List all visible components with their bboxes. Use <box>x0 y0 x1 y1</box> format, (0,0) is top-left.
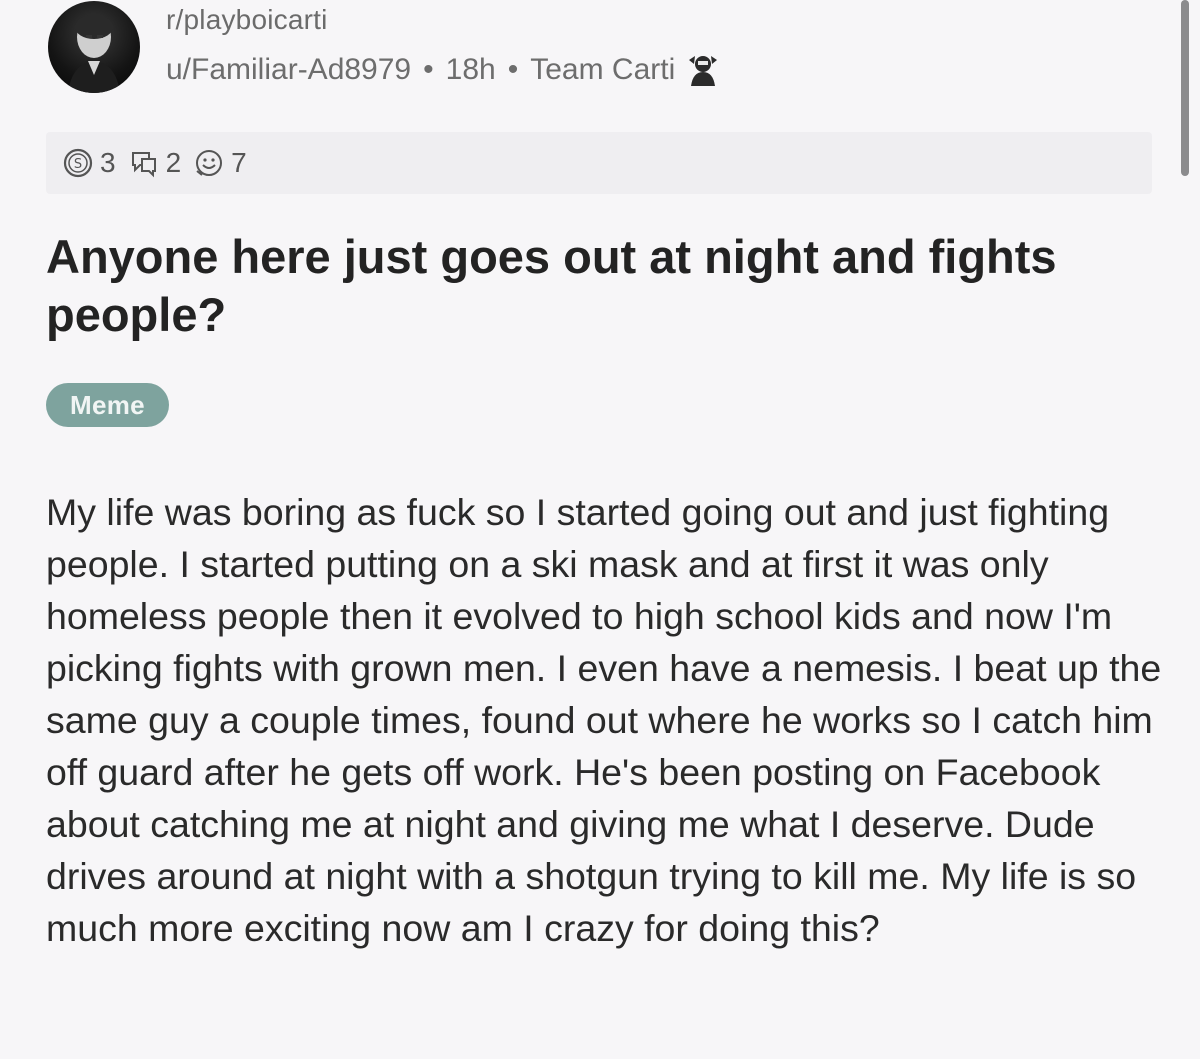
awards-bar[interactable]: S 3 2 7 <box>46 132 1152 194</box>
wholesome-award-icon <box>196 150 223 176</box>
award-wholesome[interactable]: 7 <box>193 147 251 179</box>
post-meta: u/Familiar-Ad8979 • 18h • Team Carti <box>166 52 721 88</box>
subreddit-avatar[interactable] <box>48 1 140 93</box>
award-count: 7 <box>231 147 247 178</box>
svg-text:S: S <box>74 157 82 172</box>
subreddit-name[interactable]: r/playboicarti <box>166 4 328 36</box>
helpful-award-icon <box>131 152 156 178</box>
award-count: 2 <box>165 147 182 178</box>
scrollbar[interactable] <box>1181 0 1189 176</box>
post-flair-tag[interactable]: Meme <box>46 383 169 427</box>
award-silver[interactable]: S 3 <box>62 147 120 179</box>
meta-separator: • <box>507 53 519 86</box>
post-age: 18h <box>445 53 496 86</box>
reddit-post: r/playboicarti u/Familiar-Ad8979 • 18h •… <box>0 0 1200 1059</box>
post-title[interactable]: Anyone here just goes out at night and f… <box>46 228 1146 344</box>
silver-award-icon: S <box>63 148 93 178</box>
flair-emoji-icon <box>685 52 721 88</box>
post-body: My life was boring as fuck so I started … <box>46 491 1162 949</box>
user-flair: Team Carti <box>530 53 676 86</box>
author-name[interactable]: u/Familiar-Ad8979 <box>166 53 411 87</box>
meta-separator: • <box>423 53 434 86</box>
award-count: 3 <box>100 147 116 178</box>
award-helpful[interactable]: 2 <box>128 147 186 179</box>
